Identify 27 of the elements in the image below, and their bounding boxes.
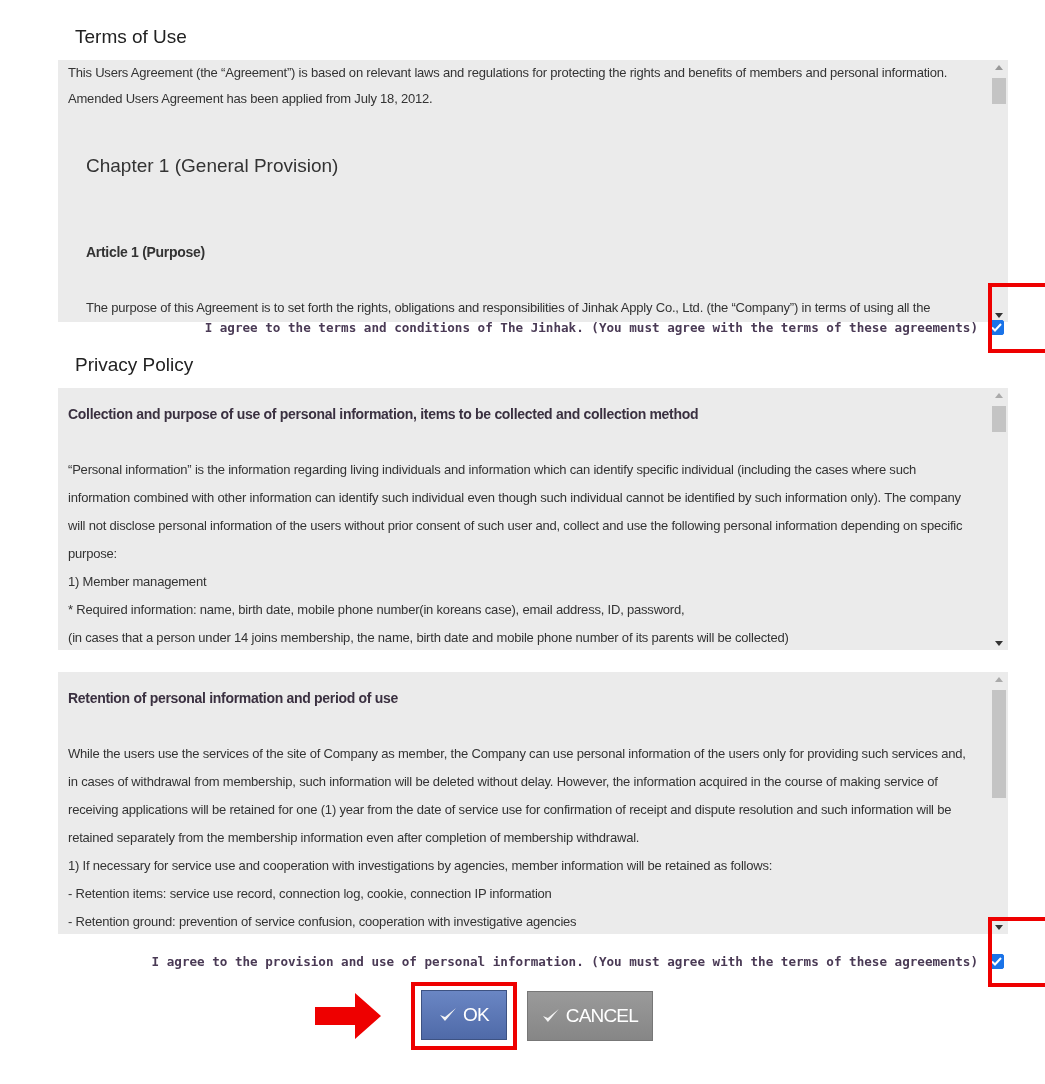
chapter-heading: Chapter 1 (General Provision)	[86, 154, 340, 178]
paragraph-text: - Retention items: service use record, connection log, cookie, connection IP information	[68, 885, 553, 903]
section-heading: Collection and purpose of use of personal information, items to be collected and collection method	[68, 405, 700, 424]
checkmark-icon	[439, 1007, 458, 1023]
checkmark-icon	[542, 1008, 560, 1024]
paragraph-text: * Required information: name, birth date, mobile phone number(in koreans case), email address, ID, password,	[68, 601, 686, 619]
pointer-arrow-icon	[315, 993, 381, 1039]
scroll-thumb[interactable]	[992, 406, 1006, 432]
paragraph-text: (in cases that a person under 14 joins membership, the name, birth date and mobile phone number of its parents will be collected)	[68, 629, 790, 647]
paragraph-text: The purpose of this Agreement is to set forth the rights, obligations and responsibilities of Jinhak Apply Co., Ltd. (the “Company”) in terms of using all the	[86, 299, 932, 317]
scroll-thumb[interactable]	[992, 690, 1006, 798]
section-title: Terms of Use	[75, 25, 188, 49]
scroll-thumb[interactable]	[992, 78, 1006, 104]
agreement-label: I agree to the provision and use of personal information. (You must agree with the terms of these agreements)	[151, 953, 978, 969]
paragraph-text: 1) If necessary for service use and cooperation with investigations by agencies, member information will be retained as follows:	[68, 857, 774, 875]
article-heading: Article 1 (Purpose)	[86, 243, 206, 262]
paragraph-text: 1) Member management	[68, 573, 208, 591]
paragraph-text: While the users use the services of the site of Company as member, the Company can use personal information of the users only for providing such services and, in cases of withdrawal from membership, such information will be deleted without delay. However, the information acquired in the course of making service of receiving applications will be retained for one (1) year from the date of service use for confirmation of receipt and dispute resolution and such information will be retained separately from the membership information even after completion of membership withdrawal.	[68, 745, 967, 847]
section-title: Privacy Policy	[75, 353, 195, 377]
paragraph-text: “Personal information” is the information regarding living individuals and information which can identify specific individual (including the cases where such information combined with other information can identify such individual even though such individual cannot be identified by such information only). The company will not disclose personal information of the users without prior consent of such user and, collect and use the following personal information depending on specific purpose:	[68, 461, 964, 563]
paragraph-text: This Users Agreement (the “Agreement”) is based on relevant laws and regulations for protecting the rights and benefits of members and personal information.	[68, 64, 949, 82]
ok-button[interactable]: OK	[421, 990, 507, 1040]
agreement-label: I agree to the terms and conditions of The Jinhak. (You must agree with the terms of these agreements)	[204, 319, 978, 335]
section-heading: Retention of personal information and period of use	[68, 689, 400, 708]
cancel-button[interactable]: CANCEL	[527, 991, 653, 1041]
paragraph-text: Amended Users Agreement has been applied from July 18, 2012.	[68, 90, 434, 108]
paragraph-text: - Retention ground: prevention of service confusion, cooperation with investigative agencies	[68, 913, 578, 931]
